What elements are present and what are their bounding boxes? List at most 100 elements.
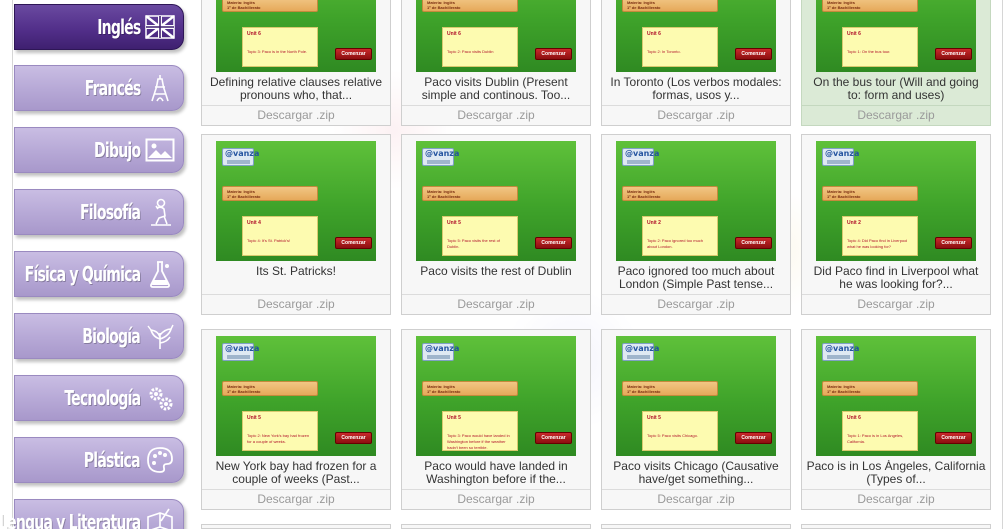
course-text: 1º de Bachillerato: [227, 194, 261, 199]
subject-bar: Materia: Inglés 1º de Bachillerato: [222, 0, 318, 12]
start-button[interactable]: Comenzar: [935, 237, 972, 249]
resource-thumbnail[interactable]: @vanza Materia: Inglés 1º de Bachillerat…: [616, 0, 776, 72]
download-zip-link[interactable]: Descargar .zip: [602, 489, 790, 509]
resource-title[interactable]: Paco visits Chicago (Causative have/get …: [606, 460, 786, 490]
topic-label: Topic 2: New York's bay had frozen for a…: [247, 433, 310, 444]
sidebar-item-frances[interactable]: Francés: [14, 65, 184, 111]
start-button[interactable]: Comenzar: [935, 48, 972, 60]
subject-bar: Materia: Inglés 1º de Bachillerato: [422, 0, 518, 12]
resource-title[interactable]: Paco visits the rest of Dublin: [406, 265, 586, 295]
resource-title[interactable]: In Toronto (Los verbos modales: formas, …: [606, 76, 786, 106]
download-zip-link[interactable]: Descargar .zip: [402, 489, 590, 509]
start-button[interactable]: Comenzar: [735, 48, 772, 60]
resource-title[interactable]: On the bus tour (Will and going to: form…: [806, 76, 986, 106]
start-button[interactable]: Comenzar: [535, 237, 572, 249]
course-text: 1º de Bachillerato: [627, 389, 661, 394]
unit-label: Unit 6: [647, 31, 661, 37]
start-button[interactable]: Comenzar: [335, 48, 372, 60]
resource-thumbnail[interactable]: @vanza Materia: Inglés 1º de Bachillerat…: [616, 336, 776, 456]
logo-text: @vanza: [625, 149, 660, 158]
resource-card[interactable]: @vanza Materia: Inglés 1º de Bachillerat…: [801, 134, 991, 315]
logo-text: @vanza: [225, 344, 260, 353]
resource-title[interactable]: Did Paco find in Liverpool what he was l…: [806, 265, 986, 295]
resource-title[interactable]: Paco is in Los Ángeles, California (Type…: [806, 460, 986, 490]
resource-card[interactable]: @vanza Materia: Inglés 1º de Bachillerat…: [401, 329, 591, 510]
resource-card-partial[interactable]: [801, 524, 991, 529]
resource-title[interactable]: Paco would have landed in Washington bef…: [406, 460, 586, 490]
topic-label: Topic 2: Paco visits Dublin: [447, 49, 494, 54]
start-button[interactable]: Comenzar: [535, 432, 572, 444]
resource-card-partial[interactable]: [601, 524, 791, 529]
resource-card[interactable]: @vanza Materia: Inglés 1º de Bachillerat…: [201, 134, 391, 315]
resource-thumbnail[interactable]: @vanza Materia: Inglés 1º de Bachillerat…: [416, 141, 576, 261]
resource-card[interactable]: @vanza Materia: Inglés 1º de Bachillerat…: [801, 329, 991, 510]
download-zip-link[interactable]: Descargar .zip: [402, 294, 590, 314]
resource-card[interactable]: @vanza Materia: Inglés 1º de Bachillerat…: [601, 329, 791, 510]
resource-card[interactable]: @vanza Materia: Inglés 1º de Bachillerat…: [401, 0, 591, 126]
resource-title[interactable]: Defining relative clauses relative prono…: [206, 76, 386, 106]
sidebar-item-biologia[interactable]: Biología: [14, 313, 184, 359]
sidebar-item-ingles[interactable]: Inglés: [14, 4, 184, 50]
download-zip-link[interactable]: Descargar .zip: [802, 105, 990, 125]
resource-thumbnail[interactable]: @vanza Materia: Inglés 1º de Bachillerat…: [416, 336, 576, 456]
download-zip-link[interactable]: Descargar .zip: [602, 105, 790, 125]
resource-thumbnail[interactable]: @vanza Materia: Inglés 1º de Bachillerat…: [816, 0, 976, 72]
download-zip-link[interactable]: Descargar .zip: [802, 294, 990, 314]
subject-bar: Materia: Inglés 1º de Bachillerato: [822, 186, 918, 201]
resource-thumbnail[interactable]: @vanza Materia: Inglés 1º de Bachillerat…: [216, 336, 376, 456]
resource-thumbnail[interactable]: @vanza Materia: Inglés 1º de Bachillerat…: [416, 0, 576, 72]
download-zip-link[interactable]: Descargar .zip: [202, 489, 390, 509]
sidebar-item-label: Plástica: [84, 448, 141, 472]
start-button[interactable]: Comenzar: [935, 432, 972, 444]
vanza-logo: @vanza: [622, 343, 659, 361]
resource-title[interactable]: Its St. Patricks!: [206, 265, 386, 295]
book-quill-icon: [145, 507, 175, 529]
resource-title[interactable]: New York bay had frozen for a couple of …: [206, 460, 386, 490]
sidebar-item-fisica-y-quimica[interactable]: Física y Química: [14, 251, 184, 297]
sidebar-item-plastica[interactable]: Plástica: [14, 437, 184, 483]
eiffel-tower-icon: [145, 73, 175, 103]
logo-text: @vanza: [825, 149, 860, 158]
sidebar-item-tecnologia[interactable]: Tecnología: [14, 375, 184, 421]
logo-text: @vanza: [425, 149, 460, 158]
unit-box: Unit 5 Topic 2: New York's bay had froze…: [242, 411, 318, 451]
resource-card[interactable]: @vanza Materia: Inglés 1º de Bachillerat…: [601, 134, 791, 315]
picture-icon: [145, 135, 175, 165]
download-zip-link[interactable]: Descargar .zip: [402, 105, 590, 125]
unit-box: Unit 6 Topic 2: Paco visits Dublin: [442, 27, 518, 67]
sidebar-item-label: Francés: [84, 76, 141, 100]
start-button[interactable]: Comenzar: [335, 432, 372, 444]
download-zip-link[interactable]: Descargar .zip: [202, 105, 390, 125]
topic-label: Topic 3: Paco would have landed in Washi…: [447, 433, 510, 450]
sidebar-item-dibujo[interactable]: Dibujo: [14, 127, 184, 173]
resource-thumbnail[interactable]: @vanza Materia: Inglés 1º de Bachillerat…: [216, 0, 376, 72]
start-button[interactable]: Comenzar: [335, 237, 372, 249]
download-zip-link[interactable]: Descargar .zip: [602, 294, 790, 314]
resource-card[interactable]: @vanza Materia: Inglés 1º de Bachillerat…: [201, 329, 391, 510]
resource-title[interactable]: Paco ignored too much about London (Simp…: [606, 265, 786, 295]
resource-card-partial[interactable]: [201, 524, 391, 529]
logo-text: @vanza: [225, 149, 260, 158]
resource-card[interactable]: @vanza Materia: Inglés 1º de Bachillerat…: [201, 0, 391, 126]
flask-icon: [145, 259, 175, 289]
resource-card[interactable]: @vanza Materia: Inglés 1º de Bachillerat…: [801, 0, 991, 126]
subject-bar: Materia: Inglés 1º de Bachillerato: [622, 0, 718, 12]
resource-title[interactable]: Paco visits Dublin (Present simple and c…: [406, 76, 586, 106]
resource-card-partial[interactable]: [401, 524, 591, 529]
resource-thumbnail[interactable]: @vanza Materia: Inglés 1º de Bachillerat…: [616, 141, 776, 261]
unit-label: Unit 6: [447, 31, 461, 37]
download-zip-link[interactable]: Descargar .zip: [202, 294, 390, 314]
start-button[interactable]: Comenzar: [735, 237, 772, 249]
resource-thumbnail[interactable]: @vanza Materia: Inglés 1º de Bachillerat…: [816, 336, 976, 456]
sidebar-item-filosofia[interactable]: Filosofía: [14, 189, 184, 235]
sidebar-item-lengua-y-literatura[interactable]: Lengua y Literatura: [0, 499, 184, 529]
resource-card[interactable]: @vanza Materia: Inglés 1º de Bachillerat…: [401, 134, 591, 315]
resource-thumbnail[interactable]: @vanza Materia: Inglés 1º de Bachillerat…: [216, 141, 376, 261]
download-zip-link[interactable]: Descargar .zip: [802, 489, 990, 509]
topic-label: Topic 1: Paco is in Los Angeles, Califor…: [847, 433, 904, 444]
start-button[interactable]: Comenzar: [535, 48, 572, 60]
start-button[interactable]: Comenzar: [735, 432, 772, 444]
resource-card[interactable]: @vanza Materia: Inglés 1º de Bachillerat…: [601, 0, 791, 126]
resource-thumbnail[interactable]: @vanza Materia: Inglés 1º de Bachillerat…: [816, 141, 976, 261]
unit-label: Unit 5: [447, 220, 461, 226]
